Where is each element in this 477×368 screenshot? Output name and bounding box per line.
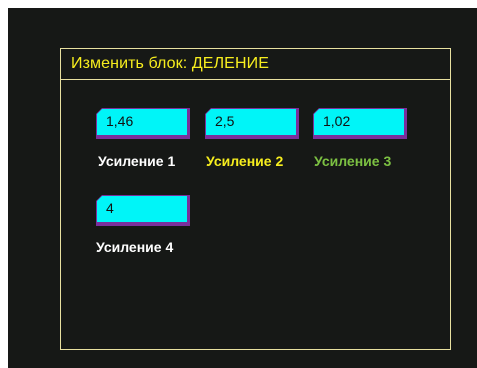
gain-3-field[interactable] [313,108,407,139]
gain-3-label: Усиление 3 [314,153,392,169]
gain-2-input[interactable] [215,112,291,130]
dialog-title-bar: Изменить блок: ДЕЛЕНИЕ [61,49,450,80]
dialog-title: Изменить блок: ДЕЛЕНИЕ [71,55,269,72]
gain-1-label: Усиление 1 [98,153,176,169]
gain-4-input[interactable] [106,199,182,217]
gain-4-label: Усиление 4 [96,239,174,255]
gain-2-field[interactable] [205,108,299,139]
gain-2-label: Усиление 2 [206,153,284,169]
gain-3-input[interactable] [323,112,399,130]
edit-block-dialog: Изменить блок: ДЕЛЕНИЕ Усиление 1 Усилен… [60,48,451,350]
screen-background: Изменить блок: ДЕЛЕНИЕ Усиление 1 Усилен… [8,8,477,368]
gain-1-field[interactable] [96,108,190,139]
gain-1-input[interactable] [106,112,182,130]
gain-4-field[interactable] [96,195,190,226]
